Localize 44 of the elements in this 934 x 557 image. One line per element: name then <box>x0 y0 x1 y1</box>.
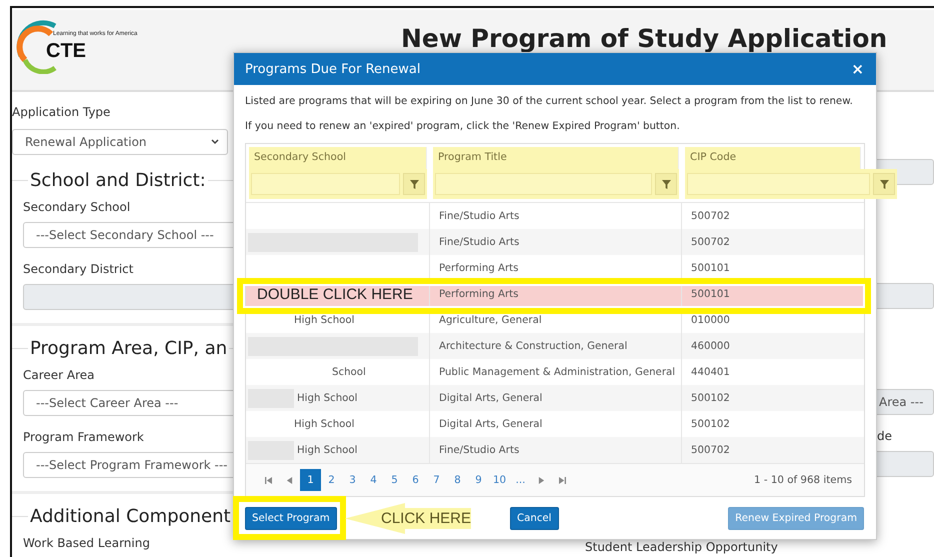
table-cell: 500102 <box>691 392 730 404</box>
table-cell: Fine/Studio Arts <box>439 210 520 222</box>
field-label: Secondary District <box>23 261 134 278</box>
table-cell: High School <box>297 444 358 456</box>
table-cell: 500101 <box>691 288 730 300</box>
table-cell: Fine/Studio Arts <box>439 444 520 456</box>
intro-text: Listed are programs that will be expiring on June 30 of the current school year. Select a program from the list to renew. <box>245 95 853 109</box>
dialog-title: Programs Due For Renewal <box>245 62 420 76</box>
table-cell: High School <box>294 418 354 430</box>
table-cell: 460000 <box>691 340 730 352</box>
field-label: de <box>876 428 892 445</box>
field-label: Career Area <box>23 367 95 384</box>
section-heading: School and District: <box>29 170 207 190</box>
field-label: Application Type <box>12 104 110 121</box>
table-cell: Public Management & Administration, General <box>439 366 676 378</box>
page-title: New Program of Study Application <box>401 24 888 53</box>
table-cell: High School <box>294 314 354 326</box>
table-cell: School <box>332 366 366 378</box>
table-cell: Architecture & Construction, General <box>439 340 628 352</box>
table-cell: Fine/Studio Arts <box>439 236 520 248</box>
table-cell: 440401 <box>691 366 730 378</box>
table-cell: Performing Arts <box>439 262 518 274</box>
table-cell: 500702 <box>691 444 730 456</box>
intro-text: If you need to renew an 'expired' program, click the 'Renew Expired Program' button. <box>245 120 680 134</box>
table-cell: High School <box>297 392 358 404</box>
section-heading: Additional Component <box>29 506 232 526</box>
logo-text: CTE <box>46 40 86 63</box>
table-cell: 500702 <box>691 210 730 222</box>
table-cell: Digital Arts, General <box>439 392 542 404</box>
callout-text: CLICK HERE <box>381 510 472 527</box>
section-heading: Program Area, CIP, an <box>29 338 228 358</box>
table-cell: 500102 <box>691 418 730 430</box>
table-cell: Digital Arts, General <box>439 418 542 430</box>
pager-info: 1 - 10 of 968 items <box>754 474 852 486</box>
table-cell: 500702 <box>691 236 730 248</box>
field-label: Work Based Learning <box>23 535 150 552</box>
callout-text: DOUBLE CLICK HERE <box>257 286 413 303</box>
table-cell: Performing Arts <box>439 288 518 300</box>
table-cell: 010000 <box>691 314 730 326</box>
table-cell: Agriculture, General <box>439 314 542 326</box>
field-label: Secondary School <box>23 199 130 216</box>
table-cell: 500101 <box>691 262 730 274</box>
field-label: Student Leadership Opportunity <box>585 539 778 556</box>
field-label: Program Framework <box>23 429 144 446</box>
